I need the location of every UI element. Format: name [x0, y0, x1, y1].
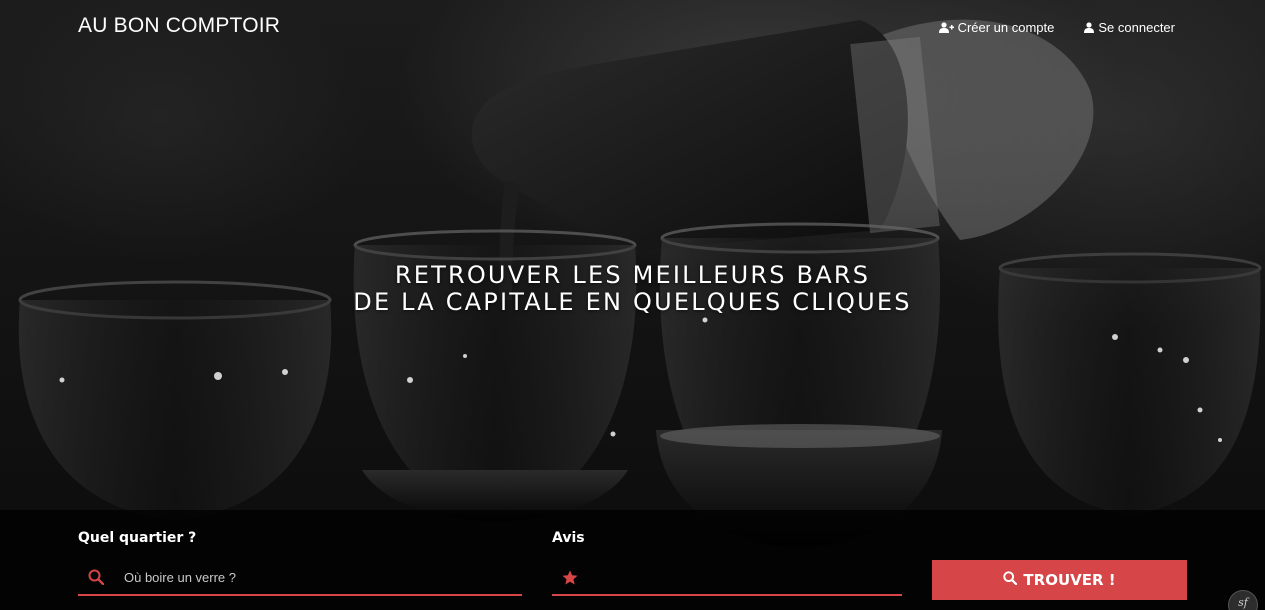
brand-logo[interactable]: AU BON COMPTOIR — [78, 14, 280, 38]
hero-headline: RETROUVER LES MEILLEURS BARS DE LA CAPIT… — [0, 262, 1265, 316]
login-link[interactable]: Se connecter — [1084, 20, 1175, 35]
search-bar: Quel quartier ? Avis TROUVER ! — [0, 510, 1265, 610]
find-button[interactable]: TROUVER ! — [932, 560, 1187, 600]
search-icon — [1003, 571, 1018, 589]
user-icon — [1084, 22, 1095, 33]
rating-field[interactable] — [552, 560, 902, 596]
district-label: Quel quartier ? — [78, 530, 197, 546]
district-input[interactable] — [124, 562, 484, 592]
user-plus-icon — [938, 22, 954, 33]
top-nav: Créer un compte Se connecter — [938, 20, 1175, 35]
hero-headline-line-2: DE LA CAPITALE EN QUELQUES CLIQUES — [353, 288, 912, 316]
district-field — [78, 560, 522, 596]
create-account-link[interactable]: Créer un compte — [938, 20, 1055, 35]
star-icon — [562, 570, 582, 585]
login-label: Se connecter — [1098, 20, 1175, 35]
create-account-label: Créer un compte — [957, 20, 1055, 35]
search-icon — [88, 569, 108, 585]
rating-label: Avis — [552, 530, 585, 546]
find-button-label: TROUVER ! — [1023, 571, 1116, 589]
hero-headline-line-1: RETROUVER LES MEILLEURS BARS — [394, 261, 871, 289]
